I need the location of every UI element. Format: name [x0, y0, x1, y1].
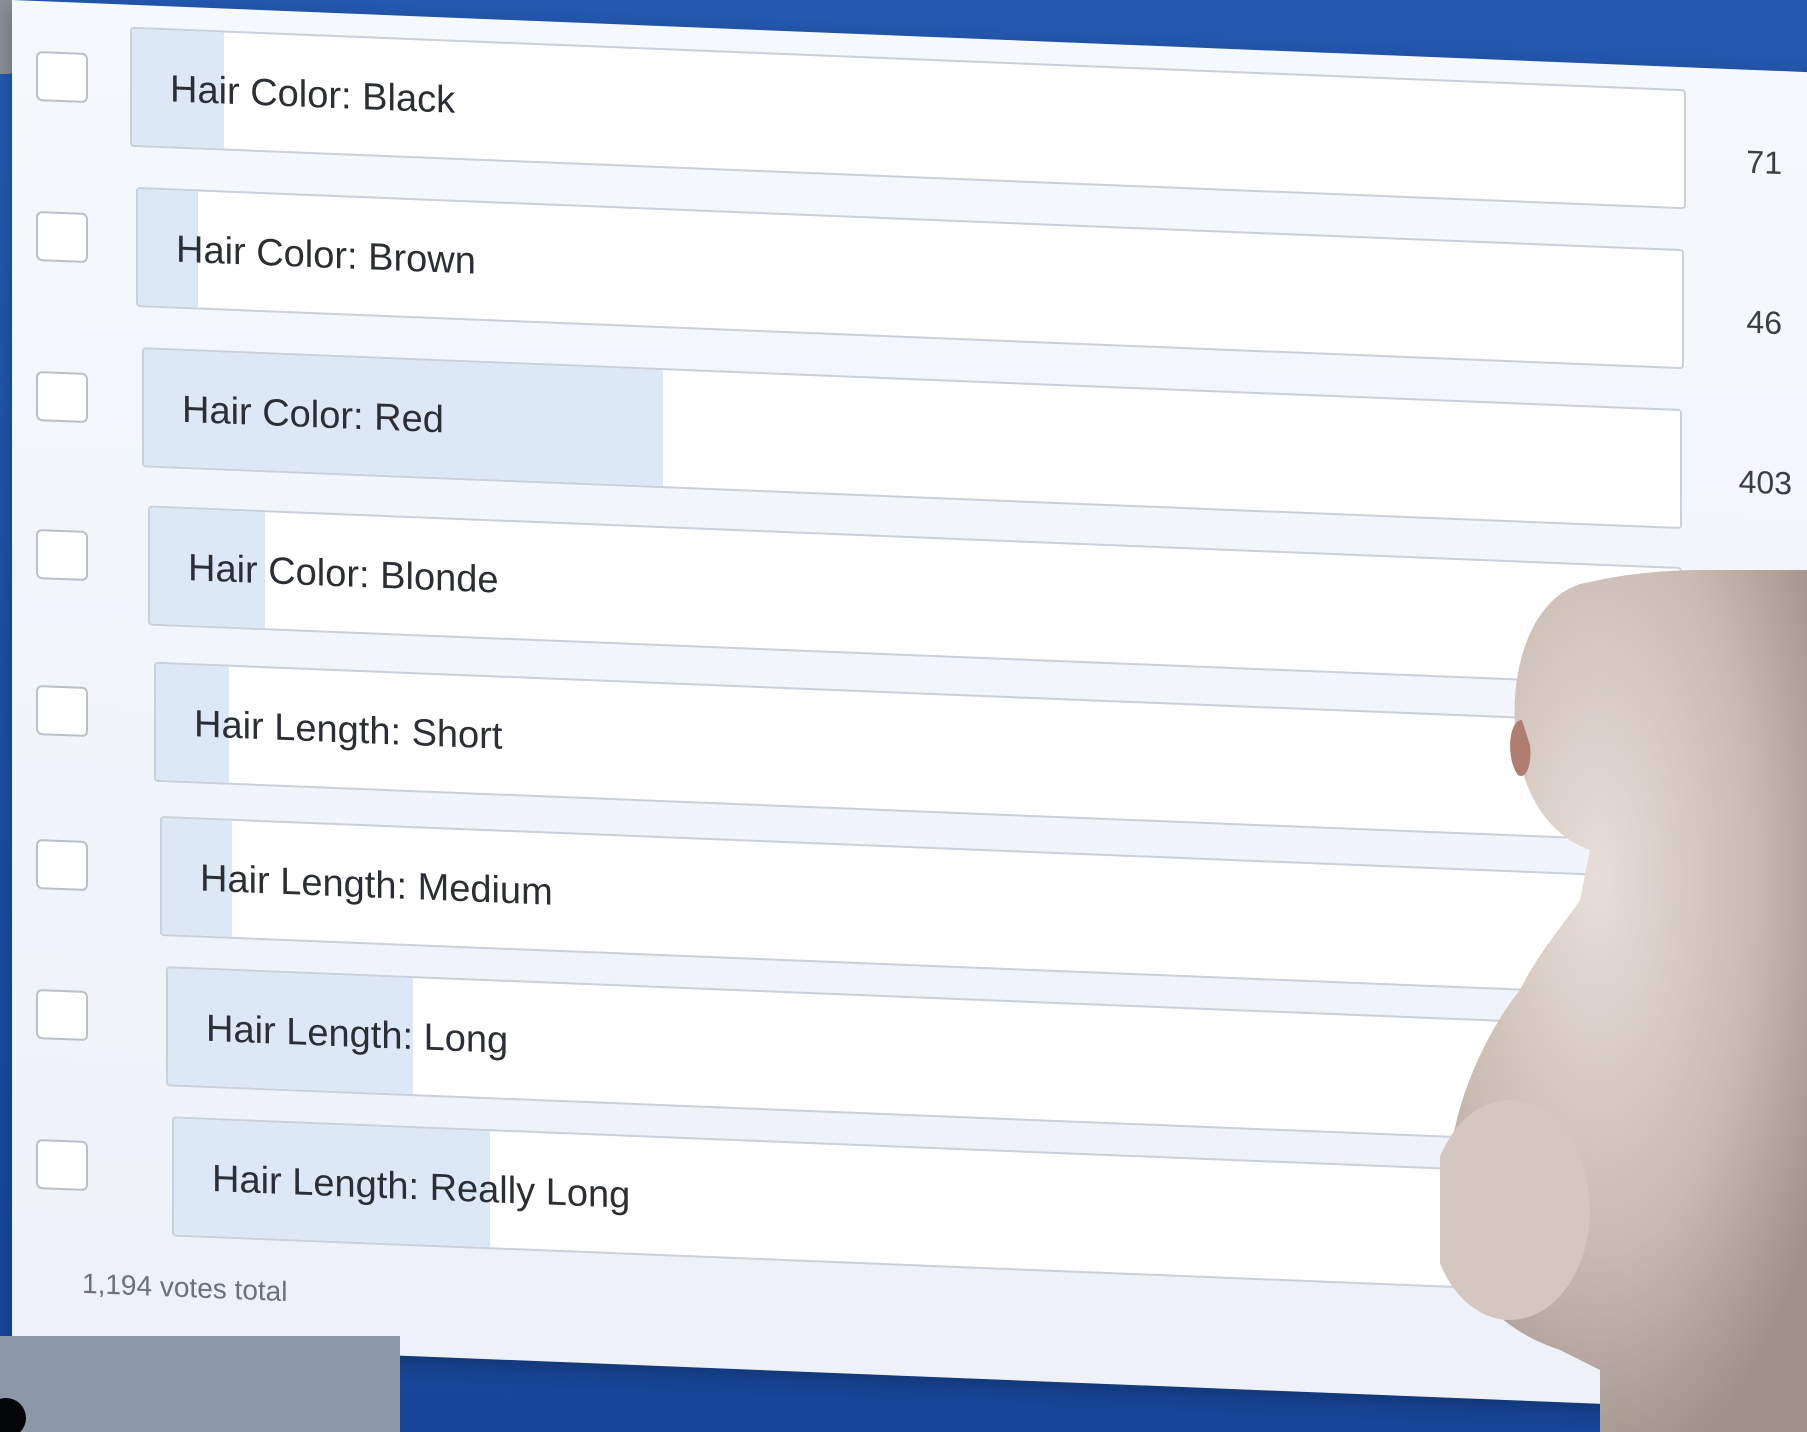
checkbox-icon[interactable]	[36, 528, 88, 582]
checkbox-icon[interactable]	[36, 50, 88, 104]
checkbox-icon[interactable]	[36, 838, 88, 892]
checkbox-icon[interactable]	[36, 988, 88, 1042]
vote-count: 403	[1738, 463, 1792, 502]
vote-count: 71	[1746, 143, 1782, 182]
total-votes: 1,194 votes total	[82, 1267, 288, 1308]
checkbox-icon[interactable]	[36, 210, 88, 264]
viewer-figure	[1440, 570, 1807, 1432]
vote-count: 46	[1746, 303, 1782, 342]
scene-background: Hair Color: Black 71 Hair Color: Brown 4…	[0, 0, 1807, 1432]
checkbox-icon[interactable]	[36, 370, 88, 424]
poll-option-label: Hair Length: Short	[194, 703, 503, 758]
bottom-bar	[0, 1336, 400, 1432]
poll-option-label: Hair Color: Brown	[176, 228, 476, 283]
checkbox-icon[interactable]	[36, 1138, 88, 1192]
checkbox-icon[interactable]	[36, 684, 88, 738]
poll-option-label: Hair Length: Medium	[200, 857, 553, 914]
